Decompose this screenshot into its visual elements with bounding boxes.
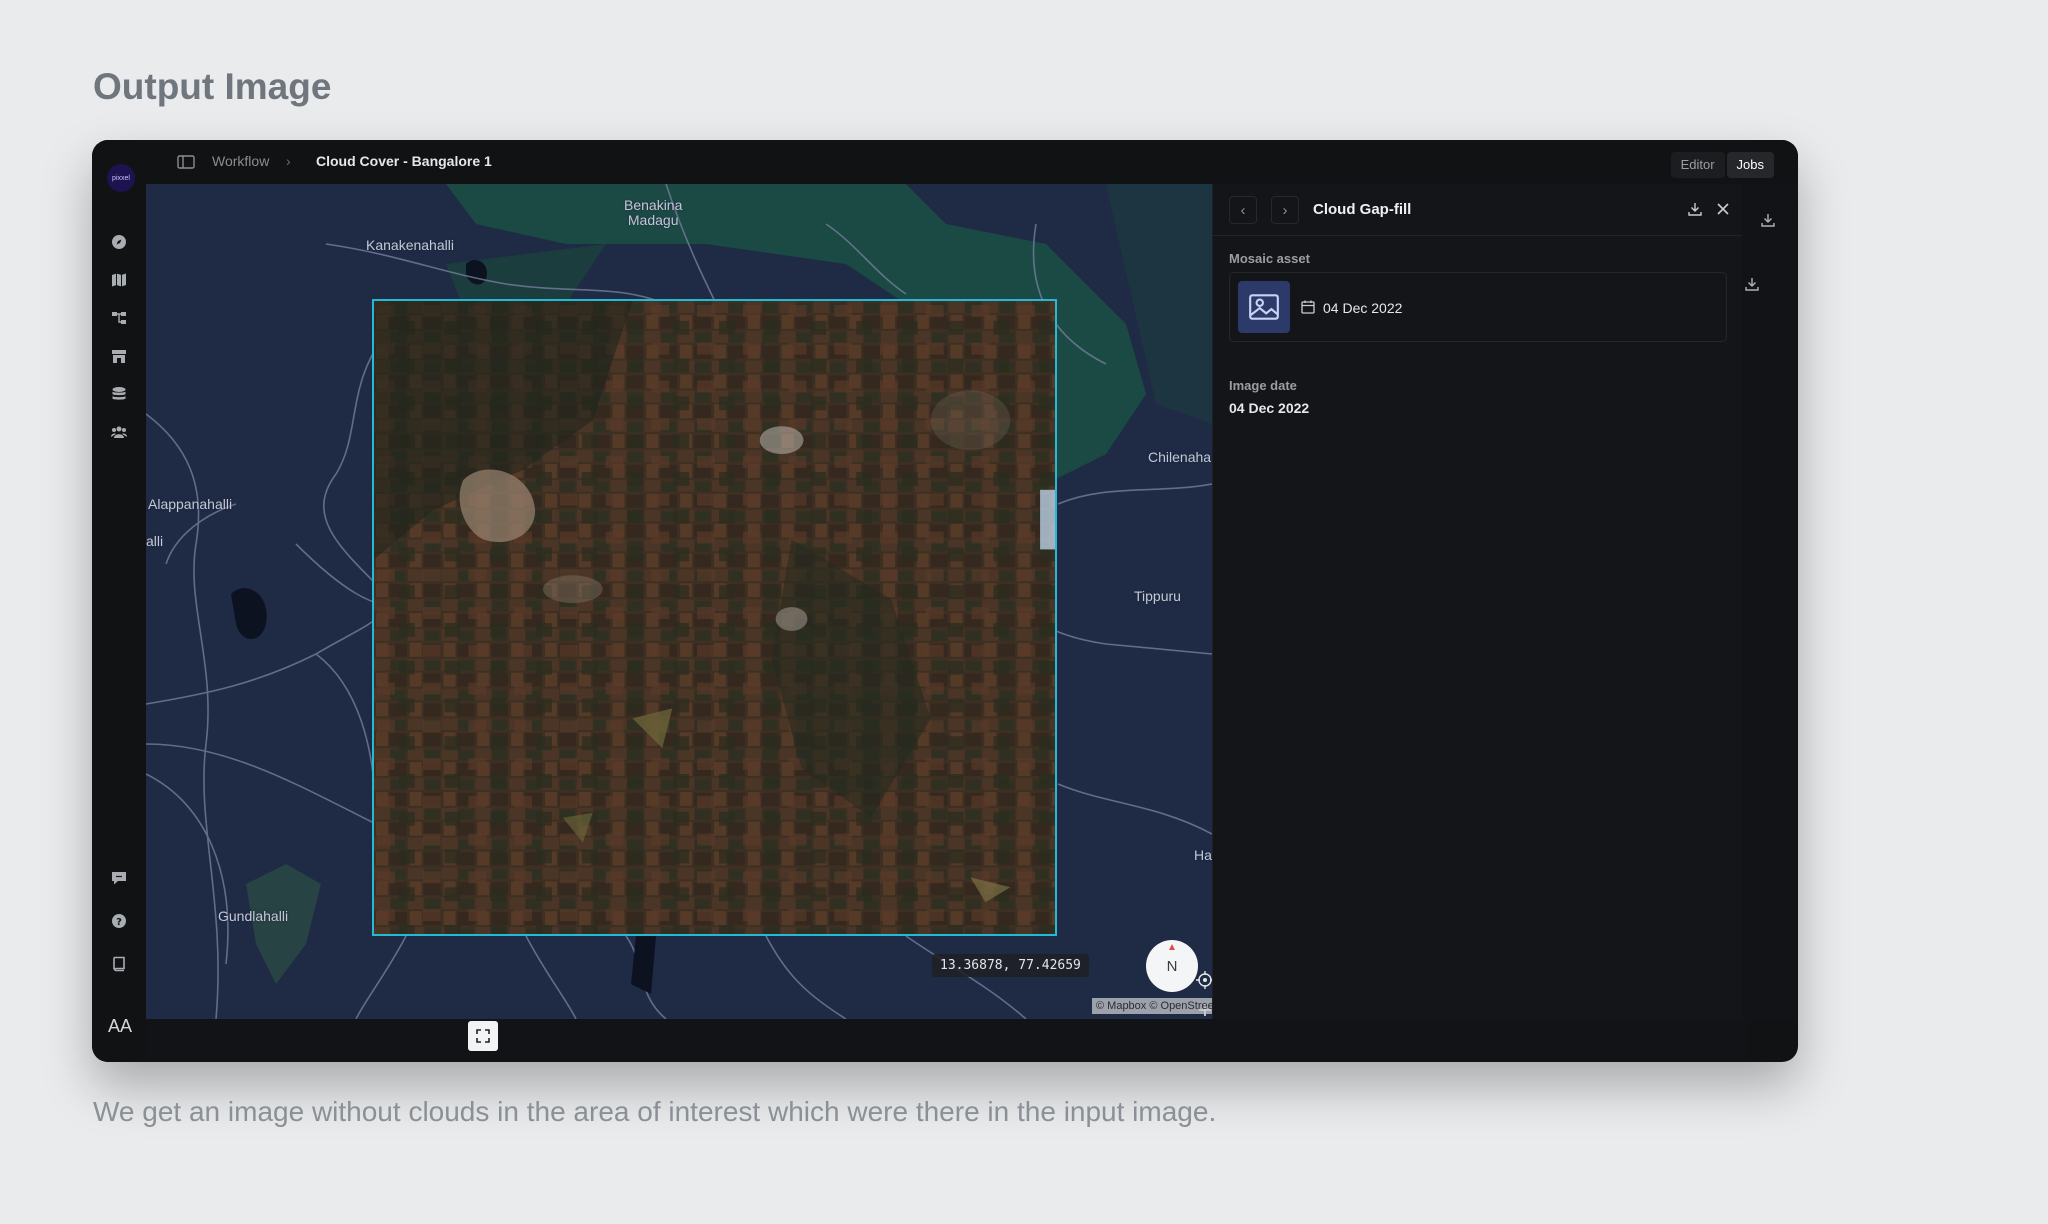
left-rail: pixxel ? AA (92, 140, 146, 1062)
next-button[interactable]: › (1271, 196, 1299, 224)
chevron-right-icon: › (286, 153, 291, 169)
map-canvas[interactable]: Benakina Madagu Kanakenahalli Alappanaha… (146, 184, 1212, 1019)
close-icon[interactable] (1713, 199, 1733, 219)
help-icon[interactable]: ? (109, 911, 129, 931)
avatar[interactable]: AA (104, 1010, 136, 1042)
map-label-alappanahalli: Alappanahalli (148, 496, 233, 512)
calendar-icon (1300, 299, 1316, 315)
compass-icon[interactable]: N (1146, 940, 1198, 992)
docs-icon[interactable] (109, 954, 129, 974)
store-icon[interactable] (109, 346, 129, 366)
timeline-strip (146, 1019, 1746, 1062)
breadcrumb-current: Cloud Cover - Bangalore 1 (316, 153, 492, 169)
satellite-image (374, 301, 1055, 934)
map-label-alli: alli (146, 533, 164, 549)
mosaic-date: 04 Dec 2022 (1323, 300, 1403, 316)
top-bar: Workflow › Cloud Cover - Bangalore 1 Edi… (146, 140, 1798, 184)
database-icon[interactable] (109, 384, 129, 404)
image-date-label: Image date (1229, 378, 1297, 393)
map-label-kanakenahalli: Kanakenahalli (366, 237, 454, 253)
map-label-chilenaha: Chilenaha (1148, 449, 1212, 465)
workflow-icon[interactable] (109, 308, 129, 328)
breadcrumb-workflow[interactable]: Workflow (212, 153, 269, 169)
coordinate-readout: 13.36878, 77.42659 (932, 954, 1089, 977)
expand-icon (476, 1029, 490, 1043)
compass-label: N (1166, 957, 1178, 975)
svg-text:?: ? (116, 917, 122, 928)
map-icon[interactable] (109, 270, 129, 290)
map-label-tippuru: Tippuru (1134, 588, 1181, 604)
mosaic-asset-card[interactable]: 04 Dec 2022 (1229, 272, 1727, 342)
feedback-icon[interactable] (109, 868, 129, 888)
details-panel: ‹ › Cloud Gap-fill Mosaic asset 04 Dec 2… (1212, 184, 1742, 1019)
fullscreen-button[interactable] (468, 1021, 498, 1051)
previous-button[interactable]: ‹ (1229, 196, 1257, 224)
sidebar-toggle-icon[interactable] (176, 152, 196, 172)
compass-icon[interactable] (109, 232, 129, 252)
map-label-gundlahalli: Gundlahalli (218, 908, 289, 924)
image-date-value: 04 Dec 2022 (1229, 400, 1310, 416)
page-heading: Output Image (93, 66, 332, 107)
download-icon[interactable] (1760, 212, 1780, 232)
team-icon[interactable] (109, 422, 129, 442)
app-window: pixxel ? AA Workflow › Cloud Cover - Ban… (92, 140, 1798, 1062)
panel-title: Cloud Gap-fill (1313, 201, 1412, 218)
image-icon (1238, 281, 1290, 333)
mode-switch: Editor Jobs (1670, 152, 1774, 178)
download-column (1742, 184, 1798, 1019)
logo[interactable]: pixxel (107, 164, 135, 192)
map-label-benakina: Benakina Madagu (624, 197, 683, 228)
area-of-interest-image[interactable] (372, 299, 1057, 936)
tab-jobs[interactable]: Jobs (1726, 152, 1774, 178)
mosaic-asset-label: Mosaic asset (1229, 251, 1310, 266)
map-label-ha: Ha (1194, 847, 1212, 863)
page-caption: We get an image without clouds in the ar… (93, 1096, 1217, 1127)
panel-header: ‹ › Cloud Gap-fill (1213, 184, 1742, 236)
tab-editor[interactable]: Editor (1670, 152, 1725, 178)
download-icon[interactable] (1744, 276, 1764, 296)
download-icon[interactable] (1685, 199, 1705, 219)
